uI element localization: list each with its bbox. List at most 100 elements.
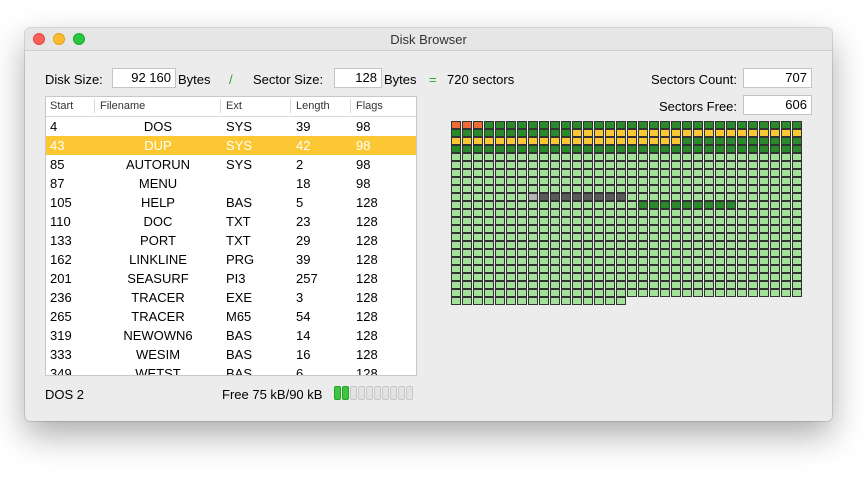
sector-block: [748, 137, 758, 145]
sector-block: [627, 241, 637, 249]
table-row[interactable]: 201 SEASURF PI3 257 128: [46, 269, 416, 288]
column-header-flags[interactable]: Flags: [356, 100, 383, 112]
sector-block: [451, 137, 461, 145]
table-row[interactable]: 133 PORT TXT 29 128: [46, 231, 416, 250]
sector-block: [550, 121, 560, 129]
sector-block: [693, 145, 703, 153]
usage-meter-segment: [406, 386, 413, 400]
sector-block: [528, 225, 538, 233]
sector-block: [473, 161, 483, 169]
column-header-ext[interactable]: Ext: [226, 100, 242, 112]
table-row[interactable]: 105 HELP BAS 5 128: [46, 193, 416, 212]
sector-block: [693, 217, 703, 225]
sector-block: [704, 177, 714, 185]
sector-block: [616, 241, 626, 249]
sector-block: [550, 193, 560, 201]
column-divider[interactable]: [290, 99, 291, 113]
sector-block: [649, 265, 659, 273]
sector-block: [572, 177, 582, 185]
sector-block: [517, 209, 527, 217]
sector-block: [572, 145, 582, 153]
sector-block: [561, 225, 571, 233]
table-row[interactable]: 87 MENU 18 98: [46, 174, 416, 193]
column-divider[interactable]: [220, 99, 221, 113]
sector-block: [506, 153, 516, 161]
disk-size-field[interactable]: 92 160: [112, 68, 176, 88]
sector-block: [484, 257, 494, 265]
sectors-free-field[interactable]: 606: [743, 95, 812, 115]
cell-ext: PRG: [226, 252, 255, 267]
sector-block: [737, 161, 747, 169]
sector-block: [462, 193, 472, 201]
table-row[interactable]: 43 DUP SYS 42 98: [46, 136, 416, 155]
sector-block: [781, 249, 791, 257]
sector-block: [748, 185, 758, 193]
sector-block: [671, 169, 681, 177]
sector-block: [495, 137, 505, 145]
sector-block: [484, 161, 494, 169]
sector-block: [495, 257, 505, 265]
sector-size-field[interactable]: 128: [334, 68, 382, 88]
sector-block: [781, 185, 791, 193]
sector-block: [770, 121, 780, 129]
sector-block: [572, 241, 582, 249]
column-header-length[interactable]: Length: [296, 100, 330, 112]
cell-start: 105: [50, 195, 72, 210]
sector-block: [792, 177, 802, 185]
cell-flags: 128: [356, 290, 378, 305]
table-row[interactable]: 110 DOC TXT 23 128: [46, 212, 416, 231]
sector-block: [572, 265, 582, 273]
sector-block: [473, 265, 483, 273]
column-header-filename[interactable]: Filename: [100, 100, 145, 112]
sector-block: [737, 177, 747, 185]
column-divider[interactable]: [350, 99, 351, 113]
sector-block: [561, 241, 571, 249]
table-row[interactable]: 162 LINKLINE PRG 39 128: [46, 250, 416, 269]
sector-block: [451, 129, 461, 137]
cell-flags: 128: [356, 214, 378, 229]
sector-block: [704, 209, 714, 217]
sector-block: [616, 137, 626, 145]
table-row[interactable]: 319 NEWOWN6 BAS 14 128: [46, 326, 416, 345]
sector-block: [726, 169, 736, 177]
sector-block: [517, 273, 527, 281]
sector-block: [517, 257, 527, 265]
sector-block: [451, 289, 461, 297]
sector-block: [473, 121, 483, 129]
sector-block: [671, 177, 681, 185]
sector-block: [473, 209, 483, 217]
sector-block: [638, 137, 648, 145]
table-row[interactable]: 85 AUTORUN SYS 2 98: [46, 155, 416, 174]
sector-block: [759, 137, 769, 145]
table-row[interactable]: 236 TRACER EXE 3 128: [46, 288, 416, 307]
sector-block: [704, 273, 714, 281]
cell-flags: 128: [356, 309, 378, 324]
sector-block: [704, 153, 714, 161]
sector-block: [605, 265, 615, 273]
sector-block: [561, 153, 571, 161]
sectors-count-field[interactable]: 707: [743, 68, 812, 88]
sector-block: [594, 161, 604, 169]
file-table[interactable]: Start Filename Ext Length Flags 4 DOS SYS 3…: [45, 96, 417, 376]
table-row[interactable]: 349 WETST BAS 6 128: [46, 364, 416, 375]
sector-block: [495, 185, 505, 193]
table-row[interactable]: 333 WESIM BAS 16 128: [46, 345, 416, 364]
sector-block: [726, 121, 736, 129]
column-header-start[interactable]: Start: [50, 100, 73, 112]
sector-block: [770, 137, 780, 145]
sector-block: [561, 185, 571, 193]
sector-block: [473, 233, 483, 241]
cell-start: 319: [50, 328, 72, 343]
column-divider[interactable]: [94, 99, 95, 113]
sector-block: [462, 145, 472, 153]
sector-block: [792, 121, 802, 129]
table-row[interactable]: 265 TRACER M65 54 128: [46, 307, 416, 326]
sector-block: [748, 281, 758, 289]
sector-block: [726, 289, 736, 297]
sector-block: [484, 129, 494, 137]
table-row[interactable]: 4 DOS SYS 39 98: [46, 117, 416, 136]
sector-block: [671, 257, 681, 265]
sector-block: [462, 169, 472, 177]
cell-start: 133: [50, 233, 72, 248]
sector-block: [594, 273, 604, 281]
